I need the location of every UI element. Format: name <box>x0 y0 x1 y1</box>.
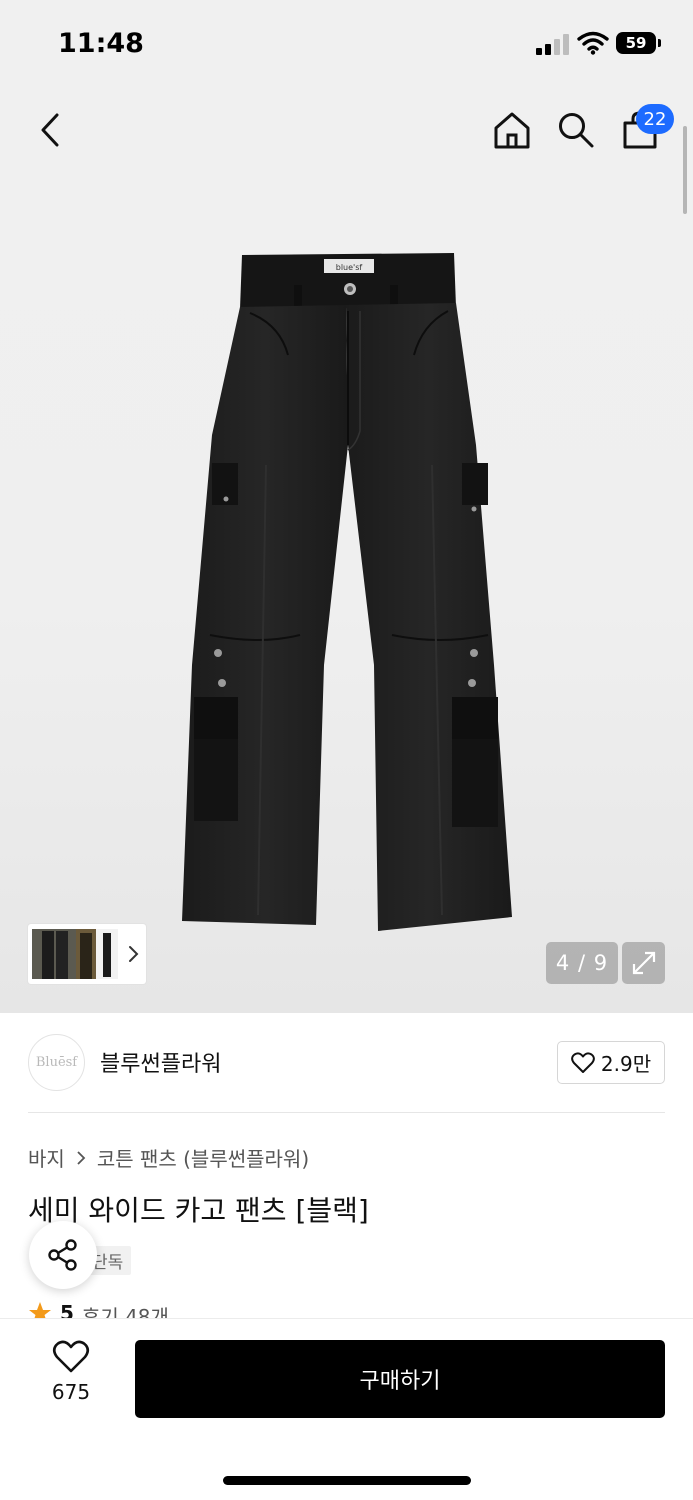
product-title: 세미 와이드 카고 팬츠 [블랙] <box>28 1194 369 1227</box>
chevron-right-icon <box>77 1150 86 1165</box>
divider <box>28 1112 665 1113</box>
thumbnail-1[interactable] <box>32 929 76 979</box>
share-button[interactable] <box>29 1221 97 1289</box>
brand-like-count: 2.9만 <box>600 1052 652 1076</box>
home-indicator <box>223 1476 471 1485</box>
home-button[interactable] <box>488 106 536 154</box>
breadcrumb-subcategory[interactable]: 코튼 팬츠 (블루썬플라워) <box>97 1143 309 1172</box>
expand-icon <box>632 951 655 975</box>
heart-outline-icon <box>52 1340 90 1373</box>
back-button[interactable] <box>30 108 70 152</box>
brand-like-button[interactable]: 2.9만 <box>557 1041 665 1084</box>
brand-name[interactable]: 블루썬플라워 <box>100 1046 221 1078</box>
breadcrumb-category[interactable]: 바지 <box>28 1143 65 1172</box>
cellular-signal-icon <box>536 33 569 55</box>
brand-logo-text: Bluēsf <box>35 1055 78 1070</box>
wifi-icon <box>577 31 609 55</box>
thumbnail-strip[interactable] <box>28 924 146 984</box>
buy-button[interactable]: 구매하기 <box>135 1340 665 1418</box>
cart-count-badge: 22 <box>636 104 674 134</box>
battery-tip <box>658 39 661 47</box>
home-icon <box>494 112 530 149</box>
chevron-right-icon <box>129 946 139 962</box>
search-button[interactable] <box>552 106 600 154</box>
brand-logo[interactable]: Bluēsf <box>28 1034 85 1091</box>
share-icon <box>48 1239 77 1271</box>
image-counter: 4 / 9 <box>546 942 618 984</box>
expand-image-button[interactable] <box>622 942 665 984</box>
search-icon <box>559 113 594 148</box>
thumbnail-3[interactable] <box>96 929 118 979</box>
status-time: 11:48 <box>58 28 144 59</box>
scroll-indicator <box>683 126 687 214</box>
thumbnail-2[interactable] <box>76 929 96 979</box>
wishlist-button[interactable]: 675 <box>36 1340 106 1420</box>
breadcrumb: 바지 코튼 팬츠 (블루썬플라워) <box>28 1143 309 1172</box>
waistband-label-text: blue'sf <box>336 263 363 272</box>
heart-outline-icon <box>571 1051 595 1073</box>
chevron-left-icon <box>41 113 59 147</box>
status-bar: 11:48 59 <box>0 0 693 90</box>
product-hero: 11:48 59 22 blue'sf 4 / 9 <box>0 0 693 1013</box>
wishlist-count: 675 <box>51 1380 91 1404</box>
battery-indicator: 59 <box>616 32 656 54</box>
product-image-cargo-pants[interactable]: blue'sf <box>170 245 520 945</box>
